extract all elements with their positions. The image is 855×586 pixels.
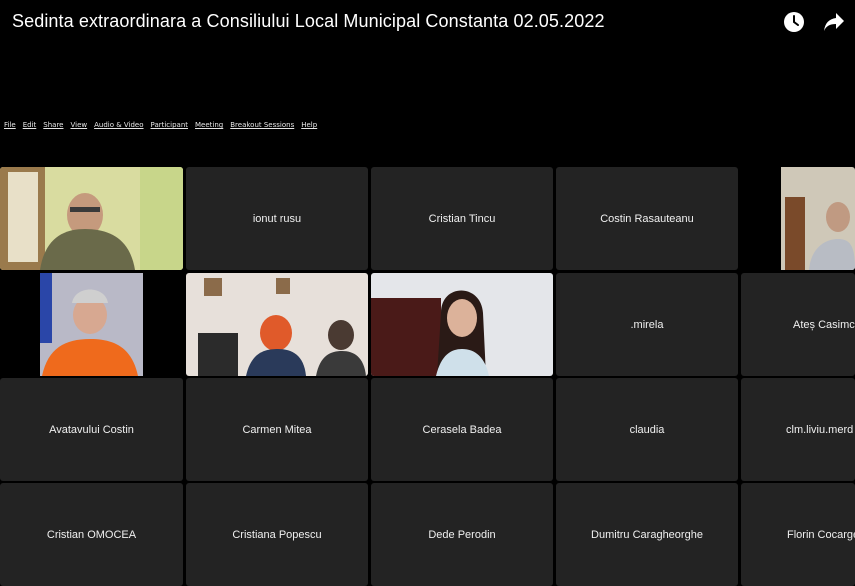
participant-video-tile[interactable] — [0, 167, 183, 270]
participant-name: Cerasela Badea — [422, 423, 502, 436]
participant-video-tile[interactable] — [371, 273, 553, 376]
participant-video-feed — [0, 273, 183, 376]
menu-view[interactable]: View — [70, 121, 87, 129]
top-controls — [781, 9, 847, 35]
participant-tile[interactable]: Dede Perodin — [371, 483, 553, 586]
zoom-menubar: File Edit Share View Audio & Video Parti… — [4, 121, 324, 129]
video-title: Sedinta extraordinara a Consiliului Loca… — [12, 11, 605, 31]
participant-tile[interactable]: claudia — [556, 378, 738, 481]
participant-video-tile[interactable] — [0, 273, 183, 376]
watch-later-icon[interactable] — [781, 9, 807, 35]
participant-name: Florin Cocarge — [787, 528, 855, 541]
participant-name: Carmen Mitea — [242, 423, 312, 436]
menu-meeting[interactable]: Meeting — [195, 121, 223, 129]
participant-name: Dede Perodin — [428, 528, 496, 541]
participant-tile[interactable]: Cristian OMOCEA — [0, 483, 183, 586]
menu-share[interactable]: Share — [43, 121, 63, 129]
menu-edit[interactable]: Edit — [23, 121, 37, 129]
participant-tile[interactable]: Cristian Tincu — [371, 167, 553, 270]
menu-breakout-sessions[interactable]: Breakout Sessions — [230, 121, 294, 129]
participant-video-feed — [186, 273, 368, 376]
participant-video-feed — [0, 167, 183, 270]
participant-name: Cristian OMOCEA — [46, 528, 137, 541]
participant-tile[interactable]: .mirela — [556, 273, 738, 376]
participant-video-tile[interactable] — [741, 167, 855, 270]
participant-name: Ateș Casimc — [793, 318, 855, 331]
menu-help[interactable]: Help — [301, 121, 317, 129]
participant-tile[interactable]: Dumitru Caragheorghe — [556, 483, 738, 586]
participant-name: claudia — [629, 423, 665, 436]
participant-tile[interactable]: Costin Rasauteanu — [556, 167, 738, 270]
participant-video-tile[interactable] — [186, 273, 368, 376]
menu-audio-video[interactable]: Audio & Video — [94, 121, 143, 129]
participant-tile[interactable]: Carmen Mitea — [186, 378, 368, 481]
participant-tile[interactable]: Cristiana Popescu — [186, 483, 368, 586]
participant-tile[interactable]: ionut rusu — [186, 167, 368, 270]
participant-name: .mirela — [630, 318, 664, 331]
participant-grid: ionut rusu Cristian Tincu Costin Rasaute… — [0, 167, 855, 586]
participant-name: Cristiana Popescu — [232, 528, 322, 541]
participant-name: clm.liviu.merd — [786, 423, 854, 436]
participant-name: Dumitru Caragheorghe — [591, 528, 703, 541]
participant-name: Costin Rasauteanu — [600, 212, 694, 225]
participant-video-feed — [371, 273, 553, 376]
participant-name: ionut rusu — [252, 212, 302, 225]
participant-video-feed — [741, 167, 855, 270]
menu-participant[interactable]: Participant — [151, 121, 188, 129]
participant-tile[interactable]: Avatavului Costin — [0, 378, 183, 481]
share-icon[interactable] — [821, 9, 847, 35]
participant-name: Cristian Tincu — [428, 212, 496, 225]
participant-name: Avatavului Costin — [49, 423, 134, 436]
participant-tile[interactable]: Ateș Casimc — [741, 273, 855, 376]
participant-tile[interactable]: Cerasela Badea — [371, 378, 553, 481]
participant-tile[interactable]: Florin Cocarge — [741, 483, 855, 586]
menu-file[interactable]: File — [4, 121, 16, 129]
participant-tile[interactable]: clm.liviu.merd — [741, 378, 855, 481]
